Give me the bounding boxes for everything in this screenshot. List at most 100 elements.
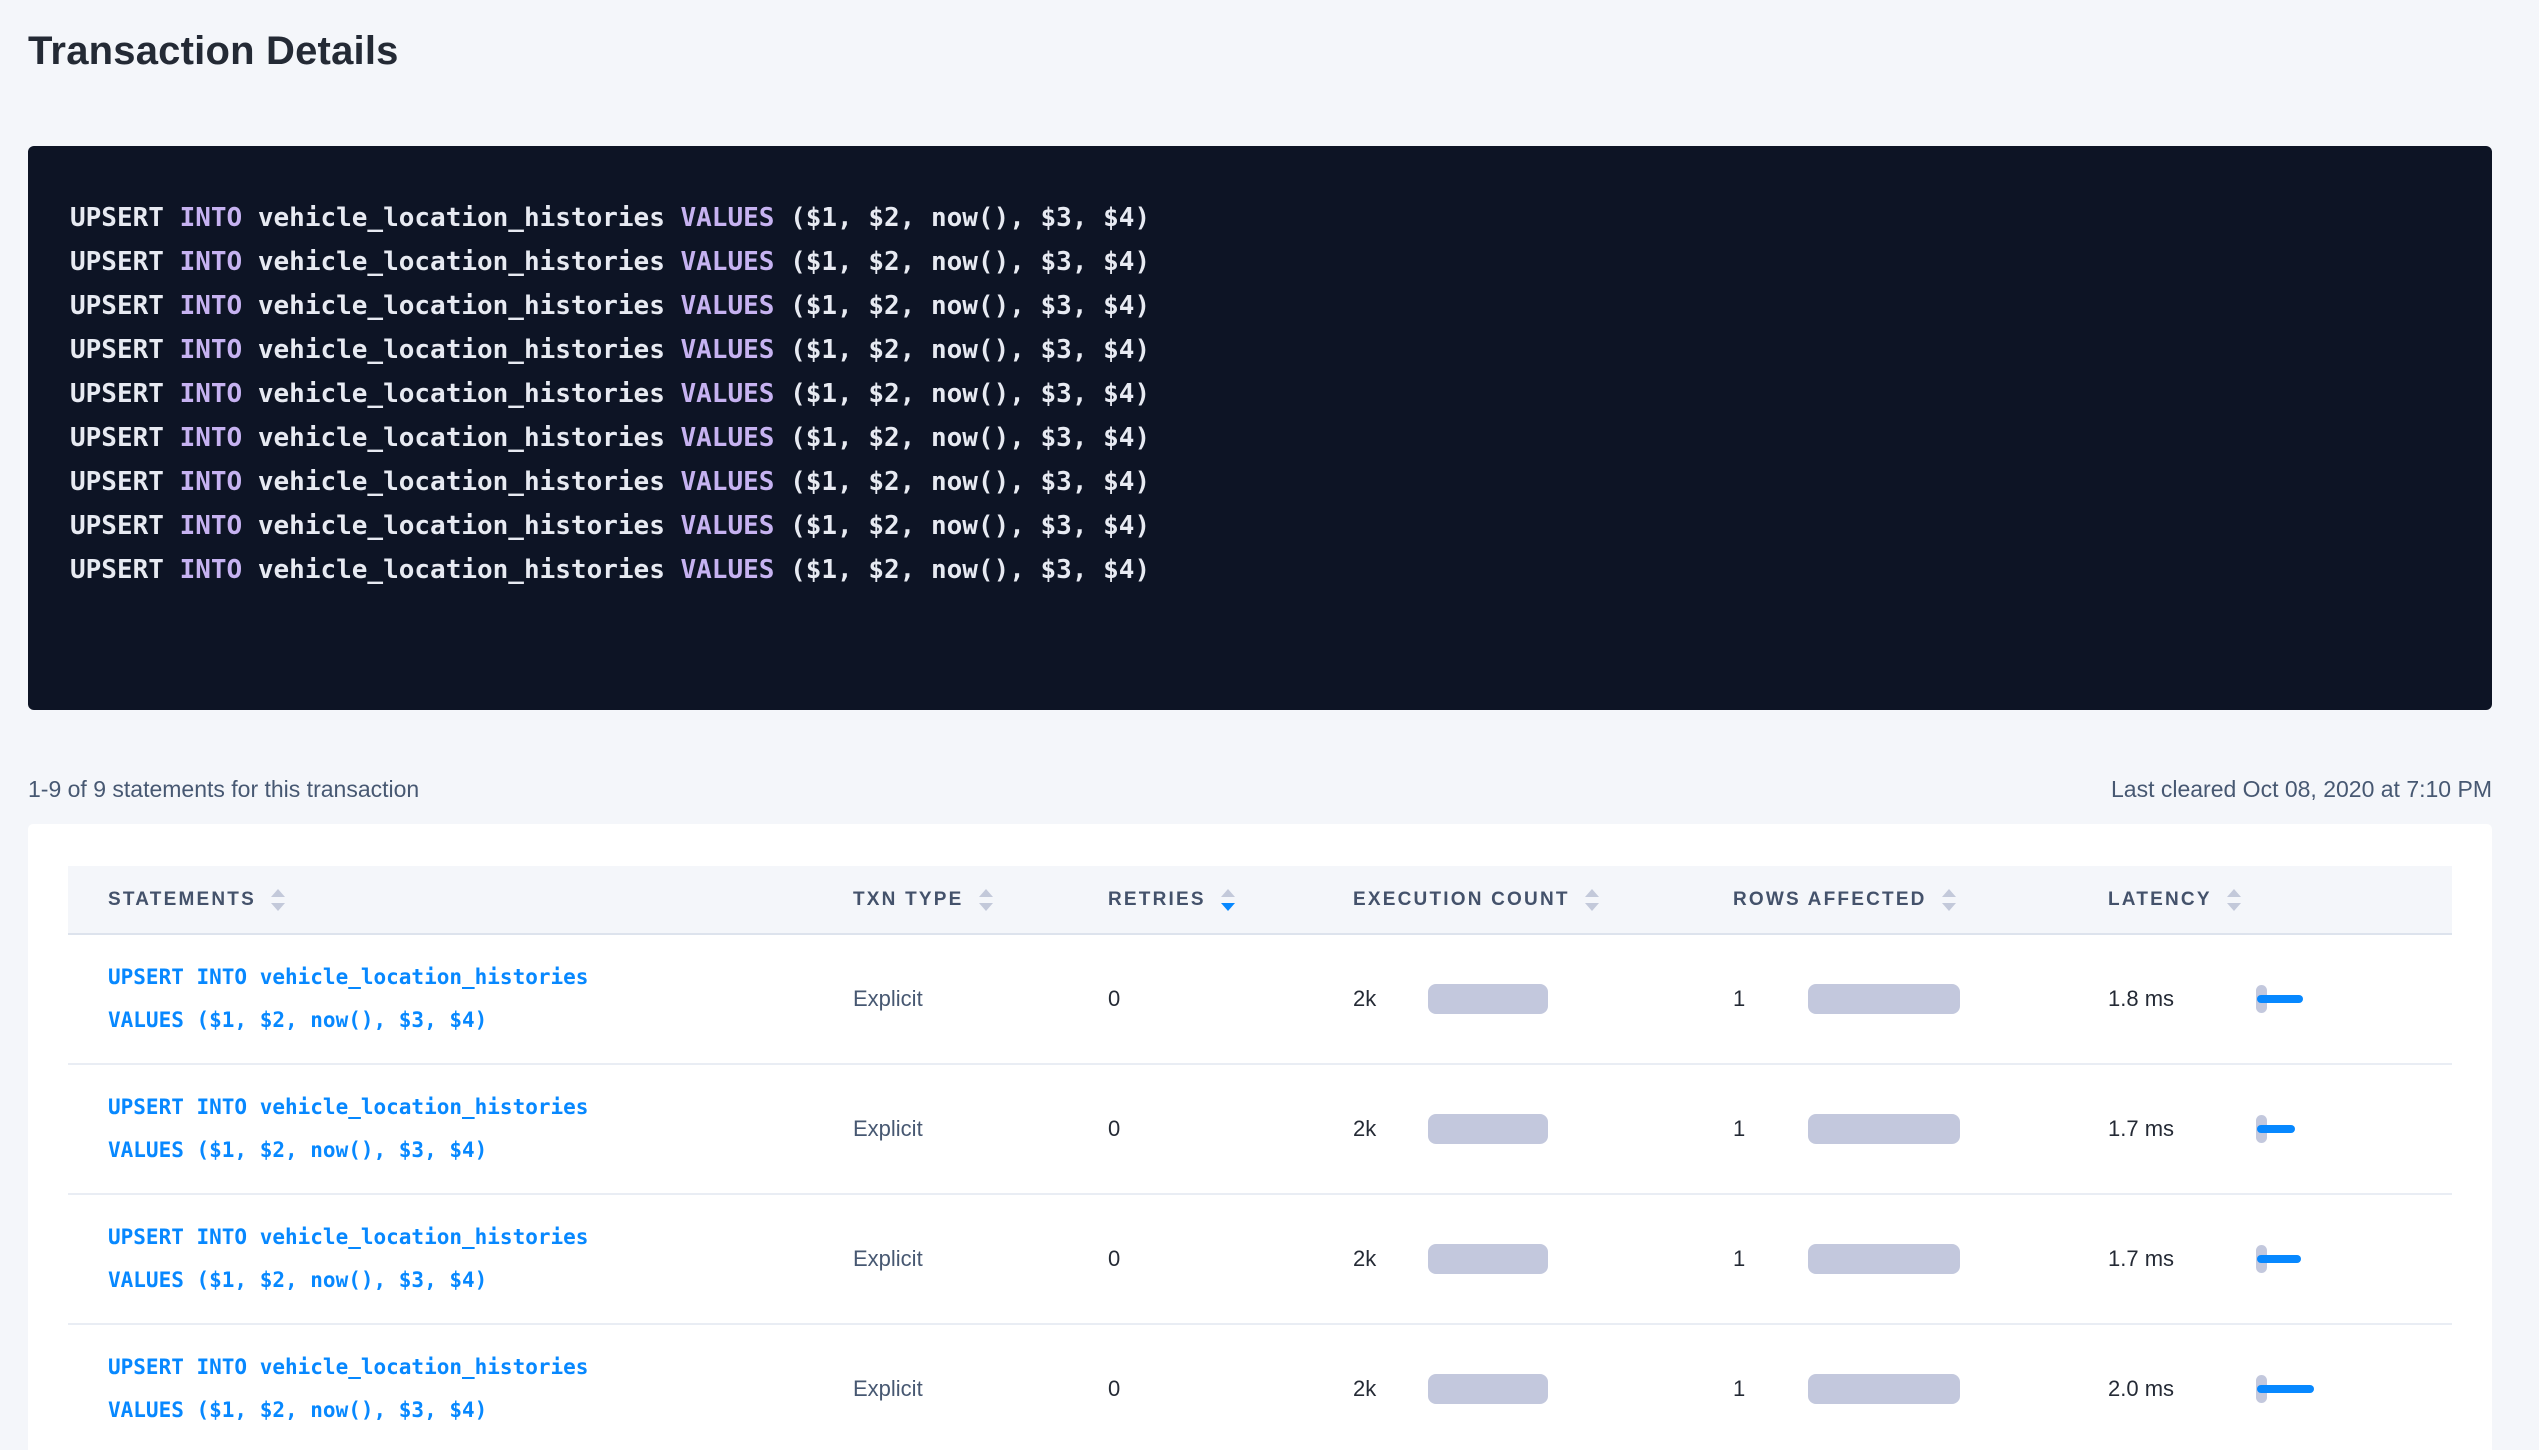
sql-keyword: VALUES [681,379,775,409]
statement-cell: UPSERT INTO vehicle_location_historiesVA… [68,1086,853,1172]
sort-icon[interactable] [1942,889,1956,911]
column-label: STATEMENTS [108,889,256,911]
rows-affected-bar [1808,1244,1960,1274]
sort-desc-arrow-icon[interactable] [2227,903,2241,911]
column-header-rows-affected[interactable]: ROWS AFFECTED [1733,889,2108,911]
sql-keyword: INTO [180,291,243,321]
sort-desc-arrow-icon[interactable] [979,903,993,911]
transaction-details-page: Transaction Details UPSERT INTO vehicle_… [28,0,2492,1450]
sort-desc-arrow-icon[interactable] [271,903,285,911]
column-header-txn-type[interactable]: TXN TYPE [853,889,1108,911]
sql-text: vehicle_location_histories [242,467,680,497]
rows-affected-cell: 1 [1733,1244,2108,1274]
column-label: TXN TYPE [853,889,964,911]
statements-table-card: STATEMENTS TXN TYPE RETRIES EXECUTION COUNT… [28,824,2492,1450]
statement-cell: UPSERT INTO vehicle_location_historiesVA… [68,1216,853,1302]
txn-type-cell: Explicit [853,1116,1108,1142]
sql-text: ($1, $2, now(), $3, $4) [774,203,1150,233]
latency-cell: 1.8 ms [2108,982,2452,1016]
latency-bar [2257,1125,2295,1133]
statement-cell: UPSERT INTO vehicle_location_historiesVA… [68,1346,853,1432]
latency-value: 1.7 ms [2108,1246,2256,1272]
column-header-execution-count[interactable]: EXECUTION COUNT [1353,889,1733,911]
latency-value: 1.8 ms [2108,986,2256,1012]
column-header-latency[interactable]: LATENCY [2108,889,2452,911]
latency-bar [2257,1255,2301,1263]
column-label: EXECUTION COUNT [1353,889,1570,911]
sql-text: vehicle_location_histories [242,511,680,541]
sort-asc-arrow-icon[interactable] [271,889,285,897]
sort-icon[interactable] [2227,889,2241,911]
sql-text: ($1, $2, now(), $3, $4) [774,291,1150,321]
sql-text: UPSERT [70,467,180,497]
sql-text: vehicle_location_histories [242,203,680,233]
statement-link[interactable]: UPSERT INTO vehicle_location_historiesVA… [108,956,588,1042]
sql-keyword: VALUES [681,203,775,233]
sql-statement-line: UPSERT INTO vehicle_location_histories V… [70,460,2450,504]
execution-count-value: 2k [1353,1116,1428,1142]
sort-asc-arrow-icon[interactable] [979,889,993,897]
latency-bar-chart [2256,1112,2326,1146]
sql-text: vehicle_location_histories [242,555,680,585]
rows-affected-bar [1808,1114,1960,1144]
rows-affected-value: 1 [1733,1246,1808,1272]
sql-text: UPSERT [70,247,180,277]
latency-cell: 2.0 ms [2108,1372,2452,1406]
sort-icon[interactable] [1585,889,1599,911]
latency-value: 2.0 ms [2108,1376,2256,1402]
execution-count-cell: 2k [1353,984,1733,1014]
sort-desc-arrow-icon[interactable] [1585,903,1599,911]
latency-bar-chart [2256,1372,2326,1406]
table-row: UPSERT INTO vehicle_location_historiesVA… [68,1195,2452,1325]
txn-type-value: Explicit [853,1376,923,1402]
sql-text: UPSERT [70,555,180,585]
sql-keyword: VALUES [681,467,775,497]
sort-asc-arrow-icon[interactable] [1942,889,1956,897]
retries-value: 0 [1108,1246,1120,1272]
rows-affected-value: 1 [1733,1376,1808,1402]
sort-asc-arrow-icon[interactable] [1585,889,1599,897]
sql-statement-line: UPSERT INTO vehicle_location_histories V… [70,328,2450,372]
execution-count-bar [1428,1244,1548,1274]
sql-keyword: VALUES [681,335,775,365]
execution-count-cell: 2k [1353,1244,1733,1274]
latency-bar [2257,1385,2314,1393]
sort-icon[interactable] [979,889,993,911]
sql-keyword: INTO [180,423,243,453]
sort-desc-arrow-icon[interactable] [1221,903,1235,911]
sql-statement-line: UPSERT INTO vehicle_location_histories V… [70,504,2450,548]
execution-count-cell: 2k [1353,1114,1733,1144]
txn-type-cell: Explicit [853,986,1108,1012]
sql-text: ($1, $2, now(), $3, $4) [774,423,1150,453]
latency-cell: 1.7 ms [2108,1242,2452,1276]
sql-text: UPSERT [70,335,180,365]
column-header-statements[interactable]: STATEMENTS [68,889,853,911]
statement-link[interactable]: UPSERT INTO vehicle_location_historiesVA… [108,1086,588,1172]
sort-icon[interactable] [271,889,285,911]
last-cleared-text: Last cleared Oct 08, 2020 at 7:10 PM [2111,776,2492,803]
table-row: UPSERT INTO vehicle_location_historiesVA… [68,935,2452,1065]
statement-cell: UPSERT INTO vehicle_location_historiesVA… [68,956,853,1042]
retries-value: 0 [1108,986,1120,1012]
statement-link[interactable]: UPSERT INTO vehicle_location_historiesVA… [108,1216,588,1302]
column-label: ROWS AFFECTED [1733,889,1927,911]
retries-cell: 0 [1108,1116,1353,1142]
latency-bar-chart [2256,982,2326,1016]
sql-text: ($1, $2, now(), $3, $4) [774,467,1150,497]
column-header-retries[interactable]: RETRIES [1108,889,1353,911]
latency-value: 1.7 ms [2108,1116,2256,1142]
sort-asc-arrow-icon[interactable] [2227,889,2241,897]
sql-keyword: VALUES [681,555,775,585]
statement-link[interactable]: UPSERT INTO vehicle_location_historiesVA… [108,1346,588,1432]
txn-type-value: Explicit [853,986,923,1012]
sort-desc-arrow-icon[interactable] [1942,903,1956,911]
rows-affected-cell: 1 [1733,1374,2108,1404]
sql-keyword: VALUES [681,511,775,541]
rows-affected-value: 1 [1733,1116,1808,1142]
sql-keyword: INTO [180,555,243,585]
sort-icon[interactable] [1221,889,1235,911]
column-label: RETRIES [1108,889,1206,911]
sort-asc-arrow-icon[interactable] [1221,889,1235,897]
rows-affected-bar [1808,984,1960,1014]
statements-table: STATEMENTS TXN TYPE RETRIES EXECUTION COUNT… [68,866,2452,1450]
